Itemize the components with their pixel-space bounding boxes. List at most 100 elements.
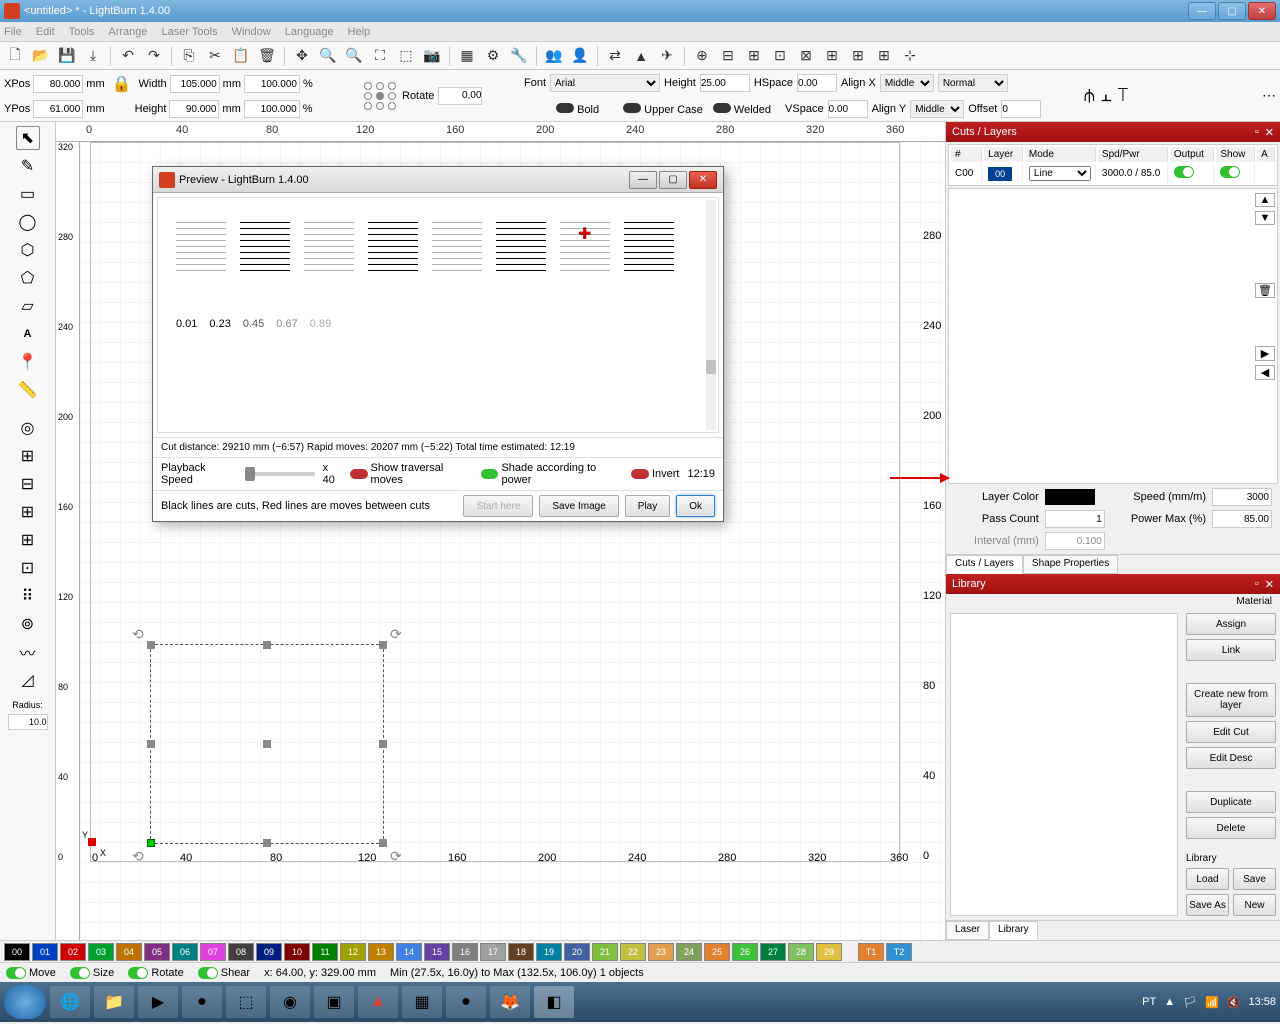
rotate-toggle[interactable] [128, 967, 148, 979]
size-toggle[interactable] [70, 967, 90, 979]
ok-button[interactable]: Ok [676, 495, 715, 517]
palette-swatch-13[interactable]: 13 [368, 943, 394, 961]
ypos-input[interactable] [33, 100, 83, 118]
create-from-layer-button[interactable]: Create new from layer [1186, 683, 1276, 717]
lock-icon[interactable]: 🔒 [112, 74, 132, 94]
pen-tool-icon[interactable]: ✎ [16, 154, 40, 178]
panel-close-icon[interactable]: ✕ [1265, 126, 1274, 139]
align-7-icon[interactable]: ⊞ [847, 45, 869, 67]
tray-lang[interactable]: PT [1142, 996, 1156, 1008]
preview-close-button[interactable]: ✕ [689, 171, 717, 189]
powermax-input[interactable] [1212, 510, 1272, 528]
library-list[interactable] [950, 613, 1178, 916]
flip-h-icon[interactable]: ⇄ [604, 45, 626, 67]
new-button[interactable]: New [1233, 894, 1276, 916]
tray-up-icon[interactable]: ▲ [1164, 996, 1175, 1008]
width-input[interactable] [170, 75, 220, 93]
layer-color-swatch[interactable] [1045, 489, 1095, 505]
open-icon[interactable]: 📂 [30, 45, 52, 67]
delete-layer-icon[interactable]: 🗑 [1255, 283, 1275, 298]
palette-swatch-29[interactable]: 29 [816, 943, 842, 961]
device-icon[interactable]: 🔧 [508, 45, 530, 67]
width-pct-input[interactable] [244, 75, 300, 93]
interval-input[interactable] [1045, 532, 1105, 550]
palette-swatch-06[interactable]: 06 [172, 943, 198, 961]
assign-button[interactable]: Assign [1186, 613, 1276, 635]
pass-count-input[interactable] [1045, 510, 1105, 528]
save-icon[interactable]: 💾 [56, 45, 78, 67]
palette-swatch-01[interactable]: 01 [32, 943, 58, 961]
offset-tool-icon[interactable]: ◎ [16, 416, 40, 440]
palette-swatch-19[interactable]: 19 [536, 943, 562, 961]
load-button[interactable]: Load [1186, 868, 1229, 890]
vspace-input[interactable] [828, 100, 868, 118]
tab-laser[interactable]: Laser [946, 921, 989, 940]
send-icon[interactable]: ✈ [656, 45, 678, 67]
show-toggle[interactable] [1220, 166, 1240, 178]
expand-right-icon[interactable]: ▶ [1255, 346, 1275, 361]
align-8-icon[interactable]: ⊞ [873, 45, 895, 67]
measure-tool-icon[interactable]: 📏 [16, 378, 40, 402]
palette-swatch-00[interactable]: 00 [4, 943, 30, 961]
play-button[interactable]: Play [625, 495, 670, 517]
zoom-out-icon[interactable]: 🔍 [343, 45, 365, 67]
menu-laser-tools[interactable]: Laser Tools [162, 26, 218, 38]
maximize-button[interactable]: ▢ [1218, 2, 1246, 20]
palette-swatch-21[interactable]: 21 [592, 943, 618, 961]
menu-arrange[interactable]: Arrange [108, 26, 147, 38]
palette-swatch-22[interactable]: 22 [620, 943, 646, 961]
shade-power-toggle[interactable] [481, 469, 498, 479]
hspace-input[interactable] [797, 74, 837, 92]
palette-swatch-07[interactable]: 07 [200, 943, 226, 961]
frame-icon[interactable]: ⬚ [395, 45, 417, 67]
taskbar-app-chrome[interactable]: ◉ [270, 986, 310, 1018]
palette-swatch-02[interactable]: 02 [60, 943, 86, 961]
font-select[interactable]: Arial [550, 74, 660, 92]
tray-time[interactable]: 13:58 [1248, 996, 1276, 1008]
palette-swatch-24[interactable]: 24 [676, 943, 702, 961]
new-icon[interactable]: 🗋 [4, 45, 26, 67]
move-toggle[interactable] [6, 967, 26, 979]
path-tool-icon[interactable]: ⬠ [16, 266, 40, 290]
expand-left-icon[interactable]: ◀ [1255, 365, 1275, 380]
select-tool-icon[interactable]: ⬉ [16, 126, 40, 150]
minimize-button[interactable]: — [1188, 2, 1216, 20]
tray-flag-icon[interactable]: 🏳 [1183, 996, 1197, 1009]
save-image-button[interactable]: Save Image [539, 495, 618, 517]
traversal-toggle[interactable] [350, 469, 367, 479]
playback-slider[interactable] [245, 472, 315, 476]
save-button[interactable]: Save [1233, 868, 1276, 890]
move-down-icon[interactable]: ▼ [1255, 211, 1275, 225]
bool-tool-icon[interactable]: ⊟ [16, 472, 40, 496]
palette-swatch-20[interactable]: 20 [564, 943, 590, 961]
dist-3-icon[interactable]: ⟙ [1118, 85, 1129, 106]
corner-tool-icon[interactable]: ◿ [16, 668, 40, 692]
invert-toggle[interactable] [631, 469, 649, 479]
delete-icon[interactable]: 🗑 [256, 45, 278, 67]
save-as-button[interactable]: Save As [1186, 894, 1229, 916]
tab-cuts-layers[interactable]: Cuts / Layers [946, 555, 1023, 574]
taskbar-app-5[interactable]: ⬚ [226, 986, 266, 1018]
rotate-input[interactable] [438, 87, 482, 105]
dist-1-icon[interactable]: ⫛ [1084, 85, 1095, 106]
settings-icon[interactable]: ⚙ [482, 45, 504, 67]
duplicate-button[interactable]: Duplicate [1186, 791, 1276, 813]
font-style-select[interactable]: Normal [938, 74, 1008, 92]
table-row[interactable]: C00 00 Line 3000.0 / 85.0 [951, 164, 1275, 183]
taskbar-app-ie[interactable]: 🌐 [50, 986, 90, 1018]
line-tool-icon[interactable]: ▱ [16, 294, 40, 318]
palette-swatch-28[interactable]: 28 [788, 943, 814, 961]
height-input[interactable] [169, 100, 219, 118]
cut-icon[interactable]: ✂ [204, 45, 226, 67]
bool3-tool-icon[interactable]: ⊞ [16, 528, 40, 552]
menu-file[interactable]: File [4, 26, 22, 38]
tray-sound-icon[interactable]: 🔇 [1227, 996, 1241, 1009]
delete-button[interactable]: Delete [1186, 817, 1276, 839]
link-button[interactable]: Link [1186, 639, 1276, 661]
preview-icon[interactable]: ▦ [456, 45, 478, 67]
start-button[interactable] [4, 985, 46, 1019]
align-1-icon[interactable]: ⊕ [691, 45, 713, 67]
font-height-input[interactable] [700, 74, 750, 92]
taskbar-app-firefox[interactable]: 🦊 [490, 986, 530, 1018]
align-9-icon[interactable]: ⊹ [899, 45, 921, 67]
